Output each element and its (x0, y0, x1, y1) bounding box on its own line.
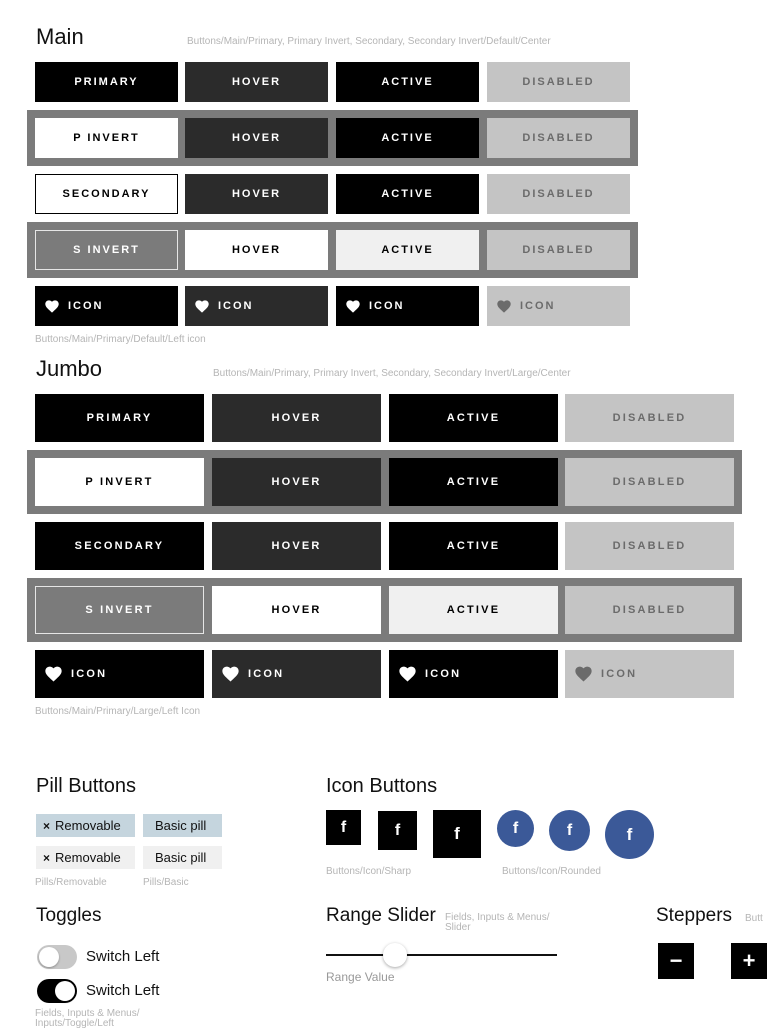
main-icon-disabled-button-label: ICON (520, 300, 556, 312)
main-secondary-invert-button[interactable]: S INVERT (35, 230, 178, 270)
main-icon-button[interactable]: ICON (35, 286, 178, 326)
stepper-decrement-button[interactable]: − (658, 943, 694, 979)
heart-icon (222, 666, 239, 682)
jumbo-secondary-active-button[interactable]: ACTIVE (389, 522, 558, 570)
stepper-increment-button[interactable]: + (731, 943, 767, 979)
jumbo-icon-component-path: Buttons/Main/Primary/Large/Left Icon (35, 706, 201, 717)
facebook-icon[interactable]: f (326, 810, 361, 845)
range-slider-path: Fields, Inputs & Menus/ Slider (445, 912, 550, 933)
toggle-knob (55, 981, 75, 1001)
facebook-icon[interactable]: f (433, 810, 481, 858)
heart-icon (45, 666, 62, 682)
main-icon-active-button-label: ICON (369, 300, 405, 312)
close-icon[interactable]: × (43, 819, 50, 833)
range-value-label: Range Value (326, 970, 395, 984)
heart-icon (346, 299, 360, 313)
jumbo-secondary-hover-button[interactable]: HOVER (212, 522, 381, 570)
jumbo-primary-active-button[interactable]: ACTIVE (389, 394, 558, 442)
jumbo-section-title: Jumbo (36, 356, 103, 381)
jumbo-primary-invert-active-button[interactable]: ACTIVE (389, 458, 558, 506)
jumbo-icon-active-button-label: ICON (425, 668, 462, 680)
steppers-title: Steppers (656, 905, 733, 926)
jumbo-primary-button[interactable]: PRIMARY (35, 394, 204, 442)
heart-icon (399, 666, 416, 682)
toggle-component-path: Fields, Inputs & Menus/ Inputs/Toggle/Le… (35, 1008, 140, 1029)
jumbo-primary-invert-button[interactable]: P INVERT (35, 458, 204, 506)
range-slider-track[interactable] (326, 954, 557, 956)
main-icon-disabled-button: ICON (487, 286, 630, 326)
jumbo-icon-hover-button-label: ICON (248, 668, 285, 680)
main-secondary-invert-disabled-button: DISABLED (487, 230, 630, 270)
jumbo-icon-button[interactable]: ICON (35, 650, 204, 698)
main-primary-invert-button[interactable]: P INVERT (35, 118, 178, 158)
main-secondary-button[interactable]: SECONDARY (35, 174, 178, 214)
close-icon[interactable]: × (43, 851, 50, 865)
jumbo-secondary-disabled-button: DISABLED (565, 522, 734, 570)
rounded-icon-button-path: Buttons/Icon/Rounded (502, 866, 601, 877)
main-icon-hover-button[interactable]: ICON (185, 286, 328, 326)
main-section-title: Main (36, 24, 84, 49)
removable-pill-label: Removable (55, 818, 121, 833)
heart-icon (45, 299, 59, 313)
main-secondary-invert-active-button[interactable]: ACTIVE (336, 230, 479, 270)
sharp-icon-button-path: Buttons/Icon/Sharp (326, 866, 412, 877)
jumbo-component-path: Buttons/Main/Primary, Primary Invert, Se… (213, 368, 571, 379)
facebook-icon[interactable]: f (378, 811, 417, 850)
toggle-switch-on[interactable] (37, 979, 77, 1003)
jumbo-icon-button-label: ICON (71, 668, 108, 680)
main-primary-button[interactable]: PRIMARY (35, 62, 178, 102)
toggle-knob (39, 947, 59, 967)
removable-pill[interactable]: × Removable (36, 846, 135, 869)
jumbo-primary-disabled-button: DISABLED (565, 394, 734, 442)
jumbo-secondary-invert-hover-button[interactable]: HOVER (212, 586, 381, 634)
facebook-icon[interactable]: f (549, 810, 590, 851)
main-secondary-active-button[interactable]: ACTIVE (336, 174, 479, 214)
main-icon-hover-button-label: ICON (218, 300, 254, 312)
pill-buttons-title: Pill Buttons (36, 775, 137, 797)
basic-pill[interactable]: Basic pill (143, 846, 222, 869)
main-primary-invert-active-button[interactable]: ACTIVE (336, 118, 479, 158)
heart-icon (497, 299, 511, 313)
toggle-label: Switch Left (86, 982, 160, 999)
jumbo-primary-hover-button[interactable]: HOVER (212, 394, 381, 442)
jumbo-primary-invert-disabled-button: DISABLED (565, 458, 734, 506)
jumbo-secondary-invert-disabled-button: DISABLED (565, 586, 734, 634)
heart-icon (575, 666, 592, 682)
main-icon-active-button[interactable]: ICON (336, 286, 479, 326)
basic-pill-path: Pills/Basic (143, 877, 189, 888)
range-slider-thumb[interactable] (383, 943, 408, 967)
main-primary-active-button[interactable]: ACTIVE (336, 62, 479, 102)
toggle-label: Switch Left (86, 948, 160, 965)
main-primary-invert-disabled-button: DISABLED (487, 118, 630, 158)
facebook-icon[interactable]: f (497, 810, 534, 847)
facebook-icon[interactable]: f (605, 810, 654, 859)
main-icon-component-path: Buttons/Main/Primary/Default/Left icon (35, 334, 206, 345)
jumbo-secondary-button[interactable]: SECONDARY (35, 522, 204, 570)
basic-pill-selected[interactable]: Basic pill (143, 814, 222, 837)
jumbo-secondary-invert-button[interactable]: S INVERT (35, 586, 204, 634)
main-primary-disabled-button: DISABLED (487, 62, 630, 102)
main-primary-hover-button[interactable]: HOVER (185, 62, 328, 102)
removable-pill-path: Pills/Removable (35, 877, 107, 888)
main-component-path: Buttons/Main/Primary, Primary Invert, Se… (187, 36, 551, 47)
icon-buttons-title: Icon Buttons (326, 775, 438, 797)
toggle-switch-off[interactable] (37, 945, 77, 969)
jumbo-icon-disabled-button: ICON (565, 650, 734, 698)
toggles-title: Toggles (36, 905, 102, 926)
main-primary-invert-hover-button[interactable]: HOVER (185, 118, 328, 158)
range-slider-title: Range Slider (326, 905, 436, 926)
main-icon-button-label: ICON (68, 300, 104, 312)
jumbo-icon-hover-button[interactable]: ICON (212, 650, 381, 698)
steppers-path: Butt (745, 913, 763, 924)
jumbo-primary-invert-hover-button[interactable]: HOVER (212, 458, 381, 506)
jumbo-icon-disabled-button-label: ICON (601, 668, 638, 680)
main-secondary-disabled-button: DISABLED (487, 174, 630, 214)
main-secondary-invert-hover-button[interactable]: HOVER (185, 230, 328, 270)
jumbo-icon-active-button[interactable]: ICON (389, 650, 558, 698)
removable-pill-label: Removable (55, 850, 121, 865)
removable-pill-selected[interactable]: × Removable (36, 814, 135, 837)
heart-icon (195, 299, 209, 313)
main-secondary-hover-button[interactable]: HOVER (185, 174, 328, 214)
jumbo-secondary-invert-active-button[interactable]: ACTIVE (389, 586, 558, 634)
